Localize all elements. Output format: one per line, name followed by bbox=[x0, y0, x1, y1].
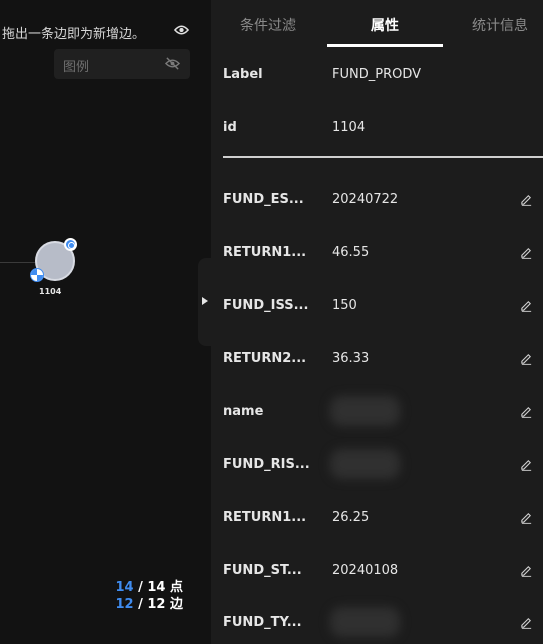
eye-off-icon[interactable] bbox=[165, 56, 180, 71]
pencil-icon[interactable] bbox=[520, 616, 533, 629]
pencil-icon[interactable] bbox=[520, 352, 533, 365]
attribute-key: id bbox=[223, 120, 237, 135]
node-count-visible: 14 bbox=[115, 580, 134, 595]
attribute-row: FUND_TY... bbox=[223, 607, 543, 637]
pencil-icon[interactable] bbox=[520, 405, 533, 418]
obscured-value bbox=[330, 449, 400, 479]
node-count-total: / 14 点 bbox=[138, 580, 183, 595]
attribute-key: RETURN2... bbox=[223, 351, 307, 366]
attribute-key: RETURN1... bbox=[223, 245, 307, 260]
attribute-value: 46.55 bbox=[332, 245, 370, 260]
tab-filter[interactable]: 条件过滤 bbox=[240, 15, 296, 35]
attribute-key: FUND_TY... bbox=[223, 615, 302, 630]
attribute-value: 20240108 bbox=[332, 563, 399, 578]
attribute-row: FUND_RIS... bbox=[223, 449, 543, 479]
panel-tabs: 条件过滤 属性 统计信息 bbox=[211, 0, 543, 48]
attribute-value: 1104 bbox=[332, 120, 366, 135]
pencil-icon[interactable] bbox=[520, 511, 533, 524]
edge-hint-text: 拖出一条边即为新增边。 bbox=[2, 27, 146, 42]
graph-canvas[interactable]: 拖出一条边即为新增边。 图例 1104 14 / 14 点 12 / 12 边 bbox=[0, 0, 211, 644]
pencil-icon[interactable] bbox=[520, 564, 533, 577]
graph-count-summary: 14 / 14 点 12 / 12 边 bbox=[115, 579, 183, 613]
attribute-row-id: id 1104 bbox=[223, 120, 543, 140]
caret-right-icon bbox=[202, 297, 208, 305]
attribute-row: RETURN2... 36.33 bbox=[223, 351, 543, 371]
pencil-icon[interactable] bbox=[520, 458, 533, 471]
pencil-icon[interactable] bbox=[520, 246, 533, 259]
attribute-row: RETURN1... 26.25 bbox=[223, 510, 543, 530]
attribute-key: FUND_ES... bbox=[223, 192, 304, 207]
target-icon bbox=[64, 238, 77, 251]
attribute-key: name bbox=[223, 404, 264, 419]
attribute-key: RETURN1... bbox=[223, 510, 307, 525]
attribute-value: 26.25 bbox=[332, 510, 370, 525]
attribute-value: 150 bbox=[332, 298, 357, 313]
legend-label: 图例 bbox=[63, 60, 90, 75]
attribute-key: Label bbox=[223, 67, 263, 82]
edge-count-total: / 12 边 bbox=[138, 597, 183, 612]
attribute-row: RETURN1... 46.55 bbox=[223, 245, 543, 265]
node-count: 14 / 14 点 bbox=[115, 579, 183, 596]
attribute-row-label: Label FUND_PRODV bbox=[223, 67, 543, 87]
attribute-row: FUND_ST... 20240108 bbox=[223, 563, 543, 583]
edge-count-visible: 12 bbox=[115, 597, 134, 612]
attribute-key: FUND_ISS... bbox=[223, 298, 309, 313]
node-label: 1104 bbox=[39, 287, 62, 296]
panel-collapse-handle[interactable] bbox=[198, 258, 218, 346]
tab-attributes[interactable]: 属性 bbox=[371, 15, 399, 35]
attribute-row: name bbox=[223, 396, 543, 426]
attribute-row: FUND_ISS... 150 bbox=[223, 298, 543, 318]
attribute-key: FUND_RIS... bbox=[223, 457, 310, 472]
attribute-row: FUND_ES... 20240722 bbox=[223, 192, 543, 212]
pencil-icon[interactable] bbox=[520, 193, 533, 206]
ball-icon bbox=[30, 268, 44, 282]
attribute-panel: 条件过滤 属性 统计信息 Label FUND_PRODV id 1104 FU… bbox=[211, 0, 543, 644]
legend-button[interactable]: 图例 bbox=[54, 49, 190, 79]
obscured-value bbox=[330, 396, 400, 426]
attribute-value: FUND_PRODV bbox=[332, 67, 422, 82]
pencil-icon[interactable] bbox=[520, 299, 533, 312]
obscured-value bbox=[330, 607, 400, 637]
edge-count: 12 / 12 边 bbox=[115, 596, 183, 613]
active-tab-indicator bbox=[327, 44, 443, 47]
attribute-key: FUND_ST... bbox=[223, 563, 302, 578]
eye-icon[interactable] bbox=[174, 24, 189, 36]
section-divider bbox=[223, 156, 543, 158]
tab-statistics[interactable]: 统计信息 bbox=[472, 15, 528, 35]
graph-edge[interactable] bbox=[0, 262, 36, 263]
attribute-value: 20240722 bbox=[332, 192, 399, 207]
attribute-value: 36.33 bbox=[332, 351, 370, 366]
